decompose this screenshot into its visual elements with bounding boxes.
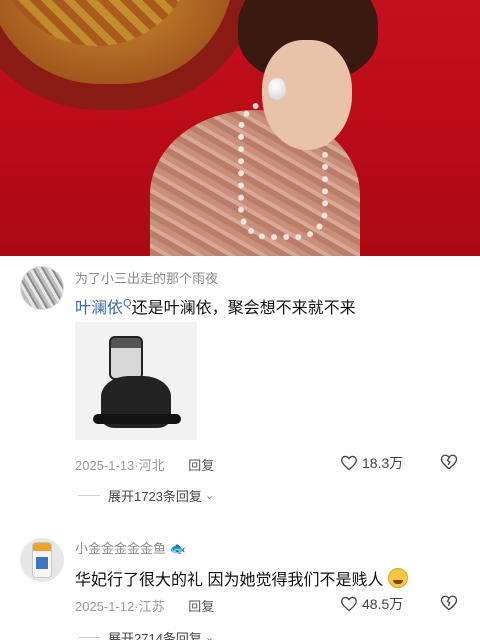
fish-icon: 🐟 <box>169 541 186 556</box>
video-frame[interactable] <box>0 0 480 256</box>
expand-label: 展开1723条回复 <box>108 489 202 504</box>
like-button[interactable]: 48.5万 <box>340 594 403 614</box>
comment-item: 小金金金金金鱼 🐟 华妃行了很大的礼 因为她觉得我们不是贱人 2025-1-12… <box>0 530 480 640</box>
palace-ornament <box>0 0 260 110</box>
mention-link[interactable]: 叶澜依 <box>75 300 123 317</box>
pearl-earring <box>268 78 286 100</box>
expand-replies[interactable]: 展开2714条回复 ⌄ <box>78 628 214 640</box>
reply-button[interactable]: 回复 <box>188 599 214 614</box>
like-count: 18.3万 <box>362 455 404 471</box>
avatar[interactable] <box>20 266 64 310</box>
emoji-icon <box>387 568 408 588</box>
comment-meta: 2025-1-12·江苏 回复 <box>75 599 215 614</box>
comment-username[interactable]: 为了小三出走的那个雨夜 <box>75 268 218 287</box>
comment-date: 2025-1-13 <box>75 458 135 473</box>
chevron-down-icon: ⌄ <box>204 490 215 502</box>
chevron-down-icon: ⌄ <box>204 632 215 640</box>
broken-heart-icon[interactable] <box>440 453 458 471</box>
comment-item: 为了小三出走的那个雨夜 叶澜依Q还是叶澜依，聚会想不来就不来 2025-1-13… <box>0 256 480 510</box>
like-button[interactable]: 18.3万 <box>340 453 403 473</box>
expand-label: 展开2714条回复 <box>108 631 202 640</box>
comment-body: 还是叶澜依，聚会想不来就不来 <box>131 300 356 317</box>
comment-date: 2025-1-12 <box>75 599 135 614</box>
comment-body: 华妃行了很大的礼 因为她觉得我们不是贱人 <box>75 572 384 589</box>
comment-location: 江苏 <box>138 599 165 614</box>
search-icon[interactable]: Q <box>123 298 132 310</box>
comment-text: 叶澜依Q还是叶澜依，聚会想不来就不来 <box>75 294 356 318</box>
comment-location: 河北 <box>138 458 165 473</box>
sticker-image[interactable] <box>75 322 197 440</box>
comment-username[interactable]: 小金金金金金鱼 🐟 <box>75 538 186 557</box>
comment-meta: 2025-1-13·河北 回复 <box>75 458 215 473</box>
broken-heart-icon[interactable] <box>440 594 458 612</box>
avatar[interactable] <box>20 538 64 582</box>
reply-button[interactable]: 回复 <box>188 458 214 473</box>
like-count: 48.5万 <box>362 596 404 612</box>
expand-replies[interactable]: 展开1723条回复 ⌄ <box>78 486 214 505</box>
comment-text: 华妃行了很大的礼 因为她觉得我们不是贱人 <box>75 566 408 590</box>
heart-icon <box>341 455 357 471</box>
heart-icon <box>341 596 357 612</box>
